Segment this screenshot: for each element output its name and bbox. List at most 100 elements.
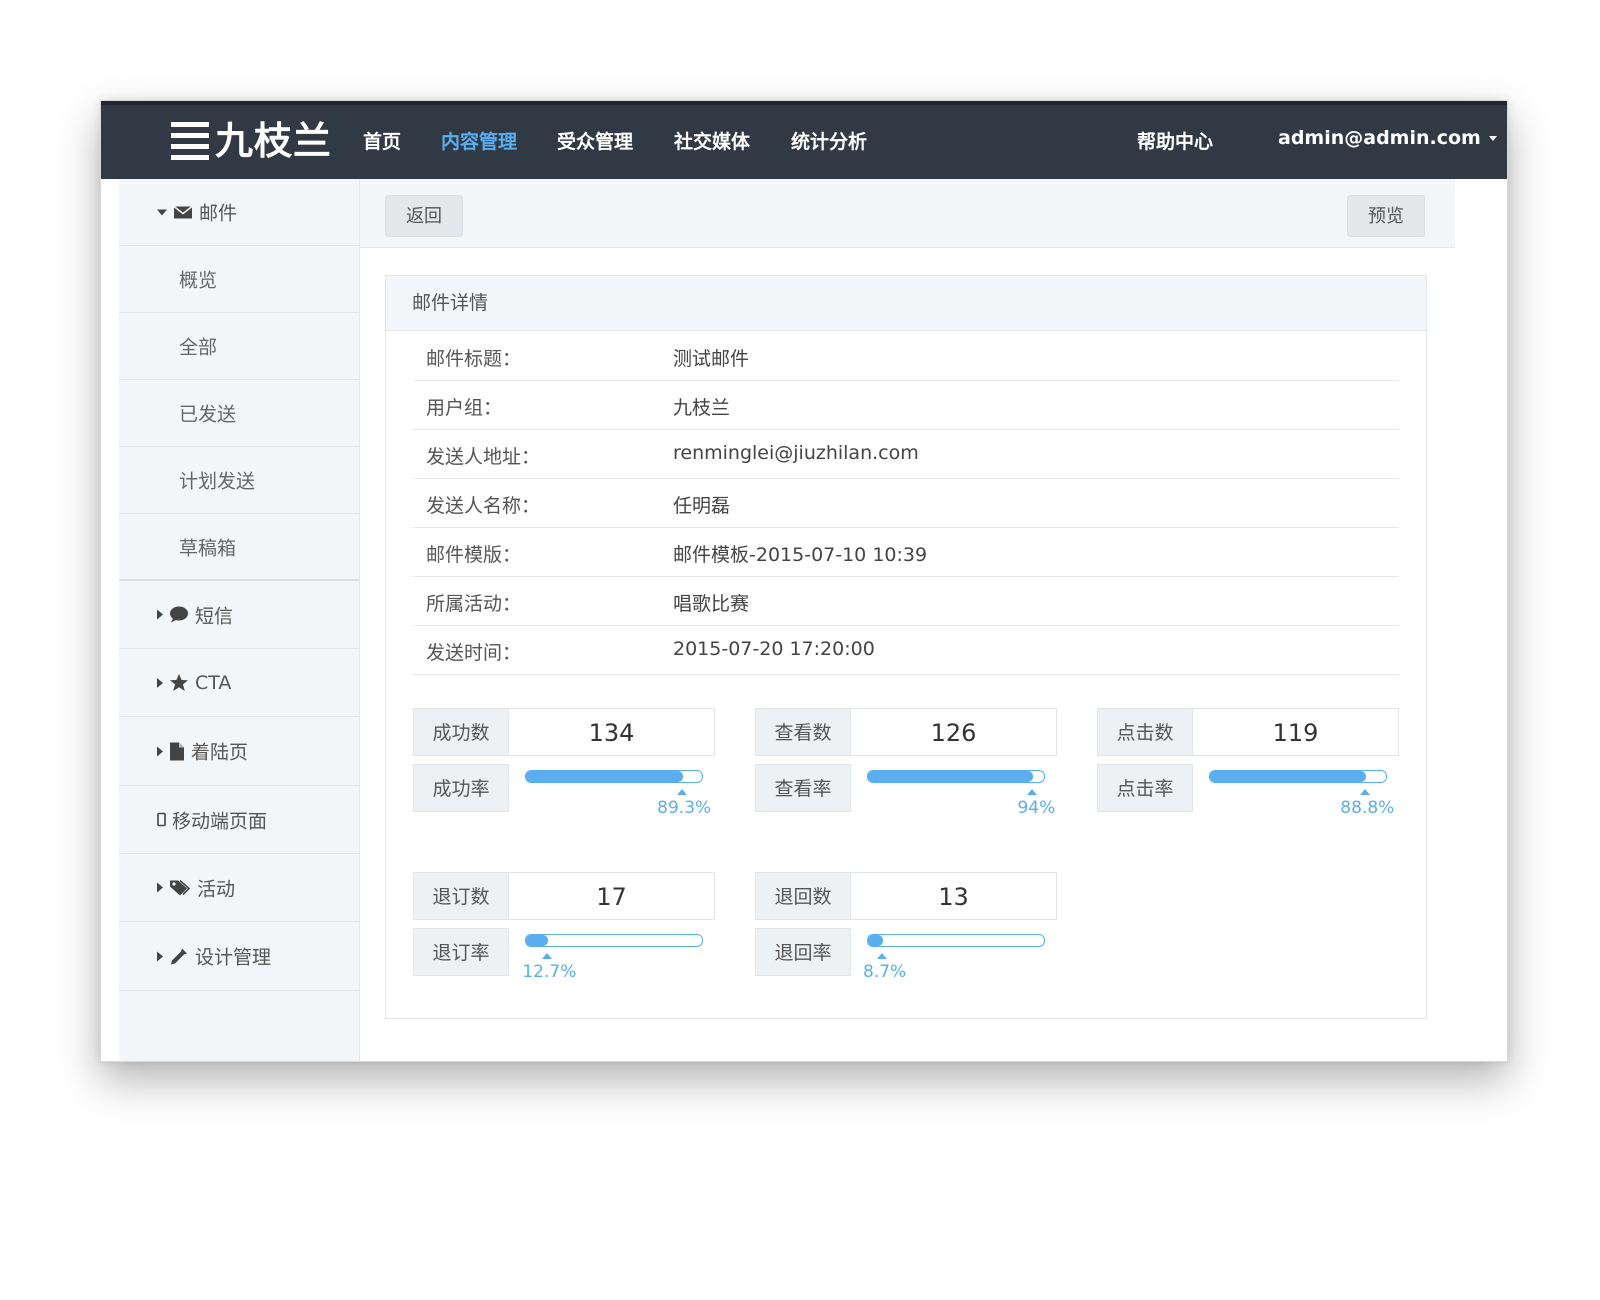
stat-progress-fill: [526, 935, 549, 946]
sidebar-item-all[interactable]: 全部: [119, 313, 359, 380]
sidebar-item-label: 全部: [179, 336, 218, 359]
sidebar-item-sent[interactable]: 已发送: [119, 380, 359, 447]
sidebar-group-label: 短信: [195, 605, 234, 627]
stat-progress-bar: [867, 770, 1045, 783]
sidebar-item-overview[interactable]: 概览: [119, 246, 359, 313]
sidebar-group-email[interactable]: 邮件: [119, 179, 359, 246]
nav-item-analytics[interactable]: 统计分析: [791, 127, 867, 154]
eyedropper-icon: [171, 948, 187, 964]
caret-right-icon: [157, 882, 163, 893]
sidebar: 邮件 概览 全部 已发送 计划发送 草稿箱 短信 CTA 着陆页 移动端页面 活…: [119, 179, 360, 1061]
mobile-icon: [157, 812, 166, 827]
stat-count-value: 119: [1193, 708, 1399, 756]
sidebar-item-scheduled[interactable]: 计划发送: [119, 447, 359, 514]
stat-rate-text: 12.7%: [522, 962, 577, 982]
stat-count-value: 134: [509, 708, 715, 756]
stat-progress-fill: [868, 935, 884, 946]
detail-value: renminglei@jiuzhilan.com: [673, 442, 919, 464]
panel-title: 邮件详情: [386, 276, 1426, 331]
stat-progress-fill: [526, 771, 684, 782]
detail-value: 任明磊: [673, 495, 731, 517]
detail-row: 所属活动： 唱歌比赛: [413, 576, 1399, 626]
detail-row: 发送人地址： renminglei@jiuzhilan.com: [413, 429, 1399, 479]
detail-row: 用户组： 九枝兰: [413, 380, 1399, 430]
nav-item-content[interactable]: 内容管理: [441, 127, 517, 154]
preview-button[interactable]: 预览: [1347, 195, 1425, 237]
stat-rate-text: 89.3%: [657, 798, 712, 818]
sidebar-group-label: CTA: [195, 671, 232, 694]
sidebar-group-design[interactable]: 设计管理: [119, 922, 359, 991]
envelope-icon: [173, 205, 193, 218]
nav-item-audience[interactable]: 受众管理: [557, 127, 633, 154]
stat-progress-bar: [1209, 770, 1387, 783]
content-toolbar: 返回 预览: [360, 179, 1455, 248]
detail-value: 唱歌比赛: [673, 593, 750, 615]
stat-count-value: 17: [509, 872, 715, 920]
logo-mark-icon: [171, 122, 209, 160]
sidebar-item-drafts[interactable]: 草稿箱: [119, 514, 359, 581]
detail-row: 邮件标题： 测试邮件: [413, 331, 1399, 381]
sidebar-group-mobile[interactable]: 移动端页面: [119, 786, 359, 854]
detail-value: 2015-07-20 17:20:00: [673, 638, 875, 660]
tags-icon: [170, 879, 191, 896]
stat-rate-text: 8.7%: [863, 962, 907, 982]
caret-right-icon: [157, 609, 163, 620]
stat-rate-label: 点击率: [1097, 764, 1193, 812]
file-icon: [170, 742, 184, 760]
progress-pointer-icon: [1360, 789, 1371, 795]
user-menu[interactable]: admin@admin.com: [1278, 127, 1497, 149]
stat-rate-label: 查看率: [755, 764, 851, 812]
stat-progress-fill: [1210, 771, 1367, 782]
nav-item-help[interactable]: 帮助中心: [1137, 127, 1213, 154]
sidebar-group-activity[interactable]: 活动: [119, 854, 359, 922]
stat-count-label: 退订数: [413, 872, 509, 920]
stat-count-value: 126: [851, 708, 1057, 756]
sidebar-item-label: 草稿箱: [179, 537, 237, 559]
app-window: 九枝兰 首页 内容管理 受众管理 社交媒体 统计分析 帮助中心 admin@ad…: [100, 100, 1508, 1062]
stat-rate-text: 94%: [1017, 798, 1056, 818]
detail-label: 用户组：: [426, 397, 503, 419]
detail-row: 发送人名称： 任明磊: [413, 478, 1399, 528]
caret-right-icon: [157, 677, 163, 688]
sidebar-item-label: 已发送: [179, 403, 237, 426]
sidebar-group-label: 邮件: [199, 202, 238, 225]
stat-rate-label: 成功率: [413, 764, 509, 812]
detail-value: 邮件模板-2015-07-10 10:39: [673, 544, 928, 566]
top-navbar: 九枝兰 首页 内容管理 受众管理 社交媒体 统计分析 帮助中心 admin@ad…: [101, 101, 1507, 179]
sidebar-group-sms[interactable]: 短信: [119, 581, 359, 649]
stat-count-label: 成功数: [413, 708, 509, 756]
stat-progress-bar: [525, 934, 703, 947]
progress-pointer-icon: [542, 953, 553, 959]
sidebar-group-landing[interactable]: 着陆页: [119, 717, 359, 786]
nav-item-home[interactable]: 首页: [363, 127, 401, 154]
detail-label: 所属活动：: [426, 593, 522, 615]
caret-down-icon: [1488, 136, 1497, 141]
logo[interactable]: 九枝兰: [171, 119, 332, 163]
back-button[interactable]: 返回: [385, 195, 463, 237]
sidebar-group-cta[interactable]: CTA: [119, 649, 359, 717]
stat-progress-bar: [525, 770, 703, 783]
detail-row: 邮件模版： 邮件模板-2015-07-10 10:39: [413, 527, 1399, 577]
caret-down-icon: [157, 209, 167, 215]
stat-count-value: 13: [851, 872, 1057, 920]
caret-right-icon: [157, 746, 163, 756]
stat-rate-label: 退订率: [413, 928, 509, 976]
stat-progress-bar: [867, 934, 1045, 947]
chat-bubble-icon: [170, 606, 188, 623]
nav-item-social[interactable]: 社交媒体: [674, 127, 750, 154]
detail-label: 邮件标题：: [426, 348, 522, 370]
detail-label: 邮件模版：: [426, 544, 522, 566]
detail-label: 发送时间：: [426, 642, 522, 664]
stat-count-label: 查看数: [755, 708, 851, 756]
stat-count-label: 退回数: [755, 872, 851, 920]
detail-label: 发送人地址：: [426, 446, 541, 468]
logo-text: 九枝兰: [215, 119, 333, 163]
sidebar-group-label: 活动: [197, 878, 236, 900]
progress-pointer-icon: [1027, 789, 1038, 795]
user-email: admin@admin.com: [1278, 127, 1481, 149]
detail-value: 测试邮件: [673, 348, 750, 370]
sidebar-item-label: 计划发送: [179, 470, 256, 493]
sidebar-group-label: 设计管理: [195, 946, 272, 969]
stat-rate-text: 88.8%: [1340, 798, 1395, 818]
progress-pointer-icon: [677, 789, 688, 795]
